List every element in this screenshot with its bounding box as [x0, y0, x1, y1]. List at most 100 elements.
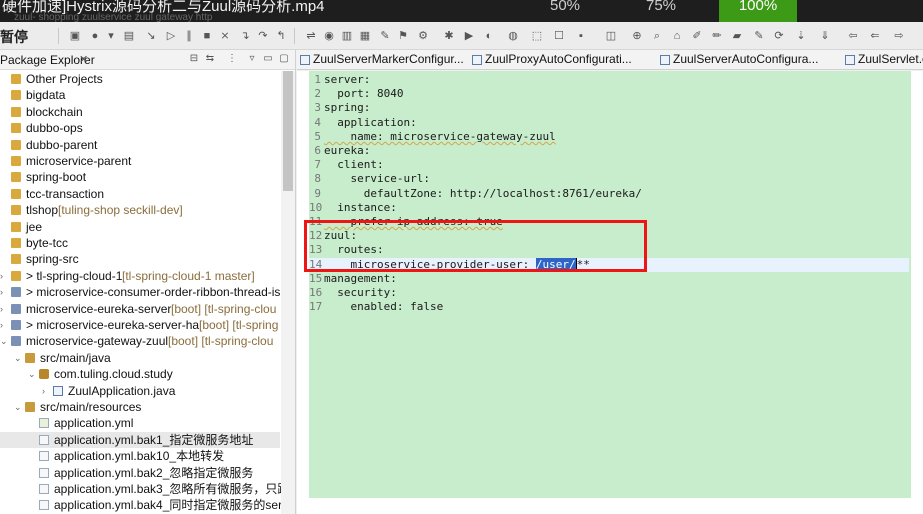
code-line[interactable]: 7 client:	[309, 158, 909, 172]
code-editor[interactable]: 1 server: 2 port: 8040 3 spring: 4 applicatio…	[297, 71, 923, 514]
chevron-down-icon[interactable]: ⌄	[14, 350, 24, 366]
chevron-right-icon[interactable]: ›	[0, 268, 10, 284]
speed-100-button[interactable]: 100%	[719, 0, 797, 22]
save-icon[interactable]: ▣	[68, 29, 82, 43]
view-menu-icon[interactable]: ⋮	[226, 53, 238, 65]
step-into-icon[interactable]: ↴	[238, 29, 252, 43]
tree-item[interactable]: › microservice-eureka-server [boot] [tl-s…	[0, 301, 280, 317]
run-icon[interactable]: ▶	[462, 29, 476, 43]
tree-item[interactable]: spring-boot	[0, 169, 280, 185]
code-area[interactable]: 1 server: 2 port: 8040 3 spring: 4 applicatio…	[309, 71, 911, 498]
search-icon[interactable]: ⌕	[650, 29, 664, 43]
tree-item[interactable]: application.yml.bak2_忽略指定微服务	[0, 465, 280, 481]
chevron-down-icon[interactable]: ▿	[246, 53, 258, 65]
chevron-down-icon[interactable]: ⌄	[28, 366, 38, 382]
code-line[interactable]: 10 instance:	[309, 201, 909, 215]
code-line[interactable]: 4 application:	[309, 116, 909, 130]
chevron-down-icon[interactable]: ⌄	[0, 333, 10, 349]
coverage-icon[interactable]: ◍	[506, 29, 520, 43]
bug-icon[interactable]: ✱	[442, 29, 456, 43]
editor-tab[interactable]: ZuulServerMarkerConfigur...	[297, 50, 464, 69]
tree-item[interactable]: application.yml	[0, 415, 280, 431]
tree-item[interactable]: Other Projects	[0, 71, 280, 87]
bookmark-icon[interactable]: ⚑	[396, 29, 410, 43]
step-over-icon[interactable]: ↷	[256, 29, 270, 43]
tree-item[interactable]: › > tl-spring-cloud-1 [tl-spring-cloud-1 …	[0, 268, 280, 284]
tree-item[interactable]: ⌄ src/main/resources	[0, 399, 280, 415]
editor-tab[interactable]: ZuulServlet.cl	[842, 50, 923, 69]
terminate-icon[interactable]: ■	[200, 29, 214, 43]
new-class-icon[interactable]: ◫	[604, 29, 618, 43]
tree-item[interactable]: application.yml.bak3_忽略所有微服务，只路由	[0, 481, 295, 497]
tree-item[interactable]: microservice-parent	[0, 153, 280, 169]
tree-item[interactable]: ⌄ src/main/java	[0, 350, 280, 366]
new-server-icon[interactable]: ⬚	[530, 29, 544, 43]
tree-item[interactable]: application.yml.bak1_指定微服务地址	[0, 431, 280, 448]
terminal-icon[interactable]: ▤	[122, 29, 136, 43]
annotation-icon[interactable]: ✎	[752, 29, 766, 43]
next-annotation-icon[interactable]: ⇓	[818, 29, 832, 43]
tree-item[interactable]: bigdata	[0, 87, 280, 103]
code-line[interactable]: 8 service-url:	[309, 172, 909, 186]
open-task-icon[interactable]: ✐	[690, 29, 704, 43]
run-ext-icon[interactable]: ◐	[482, 29, 496, 43]
suspend-icon[interactable]: ∥	[182, 29, 196, 43]
speed-75-button[interactable]: 75%	[646, 0, 676, 22]
code-line[interactable]: 17 enabled: false	[309, 300, 909, 314]
tree-item[interactable]: dubbo-ops	[0, 120, 280, 136]
code-line[interactable]: 16 security:	[309, 286, 909, 300]
forward-icon[interactable]: ⇨	[892, 29, 906, 43]
editor-tab[interactable]: ZuulProxyAutoConfigurati...	[469, 50, 632, 69]
code-line[interactable]: 1 server:	[309, 73, 909, 87]
code-line[interactable]: 6 eureka:	[309, 144, 909, 158]
new-java-icon[interactable]: ☐	[552, 29, 566, 43]
debug-icon[interactable]: ●	[88, 29, 102, 43]
code-line[interactable]: 3 spring:	[309, 101, 909, 115]
resume-icon[interactable]: ▷	[164, 29, 178, 43]
tree-item[interactable]: application.yml.bak4_同时指定微服务的servic	[0, 497, 295, 513]
settings-icon[interactable]: ⚙	[416, 29, 430, 43]
pin-icon[interactable]: ⇣	[794, 29, 808, 43]
sync-icon[interactable]: ⟳	[772, 29, 786, 43]
pause-label[interactable]: 暂停	[0, 27, 28, 47]
explorer-scrollbar[interactable]	[281, 71, 295, 514]
tree-item[interactable]: › > microservice-eureka-server-ha [boot] …	[0, 317, 280, 333]
editor-tab[interactable]: ZuulServerAutoConfigura...	[657, 50, 818, 69]
chevron-right-icon[interactable]: ›	[0, 284, 10, 300]
speed-50-button[interactable]: 50%	[550, 0, 580, 22]
disconnect-icon[interactable]: ⨯	[218, 29, 232, 43]
tree-item[interactable]: tlshop [tuling-shop seckill-dev]	[0, 202, 280, 218]
dropdown-icon[interactable]: ▾	[104, 29, 118, 43]
code-line[interactable]: 2 port: 8040	[309, 87, 909, 101]
tree-item[interactable]: › > microservice-consumer-order-ribbon-th…	[0, 284, 280, 300]
maximize-icon[interactable]: ▢	[278, 53, 290, 65]
tree-item[interactable]: jee	[0, 219, 280, 235]
tree-item[interactable]: ⌄ microservice-gateway-zuul [boot] [tl-sp…	[0, 333, 280, 349]
highlight-icon[interactable]: ✎	[378, 29, 392, 43]
skip-icon[interactable]: ↘	[144, 29, 158, 43]
code-line[interactable]: 9 defaultZone: http://localhost:8761/eur…	[309, 187, 909, 201]
open-type-icon[interactable]: ⊕	[630, 29, 644, 43]
toggle-icon[interactable]: ⇌	[304, 29, 318, 43]
chevron-right-icon[interactable]: ›	[0, 301, 10, 317]
green-run-icon[interactable]: ◉	[322, 29, 336, 43]
frame-icon[interactable]: ▦	[358, 29, 372, 43]
explorer-scrollbar-thumb[interactable]	[283, 71, 293, 191]
tree-item[interactable]: dubbo-parent	[0, 137, 280, 153]
tree-item[interactable]: byte-tcc	[0, 235, 280, 251]
chevron-right-icon[interactable]: ›	[42, 383, 52, 399]
chevron-right-icon[interactable]: ›	[0, 317, 10, 333]
tree-item[interactable]: tcc-transaction	[0, 186, 280, 202]
collapse-all-icon[interactable]: ⊟	[188, 53, 200, 65]
back-icon[interactable]: ⇦	[846, 29, 860, 43]
pen-icon[interactable]: ✏	[710, 29, 724, 43]
tree-item[interactable]: blockchain	[0, 104, 280, 120]
back-arrow-icon[interactable]: ⇐	[868, 29, 882, 43]
tree-item[interactable]: application.yml.bak10_本地转发	[0, 448, 280, 464]
minimize-icon[interactable]: ▭	[262, 53, 274, 65]
close-icon[interactable]: ✕	[79, 53, 88, 66]
tree-item[interactable]: spring-src	[0, 251, 280, 267]
step-return-icon[interactable]: ↰	[274, 29, 288, 43]
code-line[interactable]: 15 management:	[309, 272, 909, 286]
new-package-icon[interactable]: ▪	[574, 29, 588, 43]
